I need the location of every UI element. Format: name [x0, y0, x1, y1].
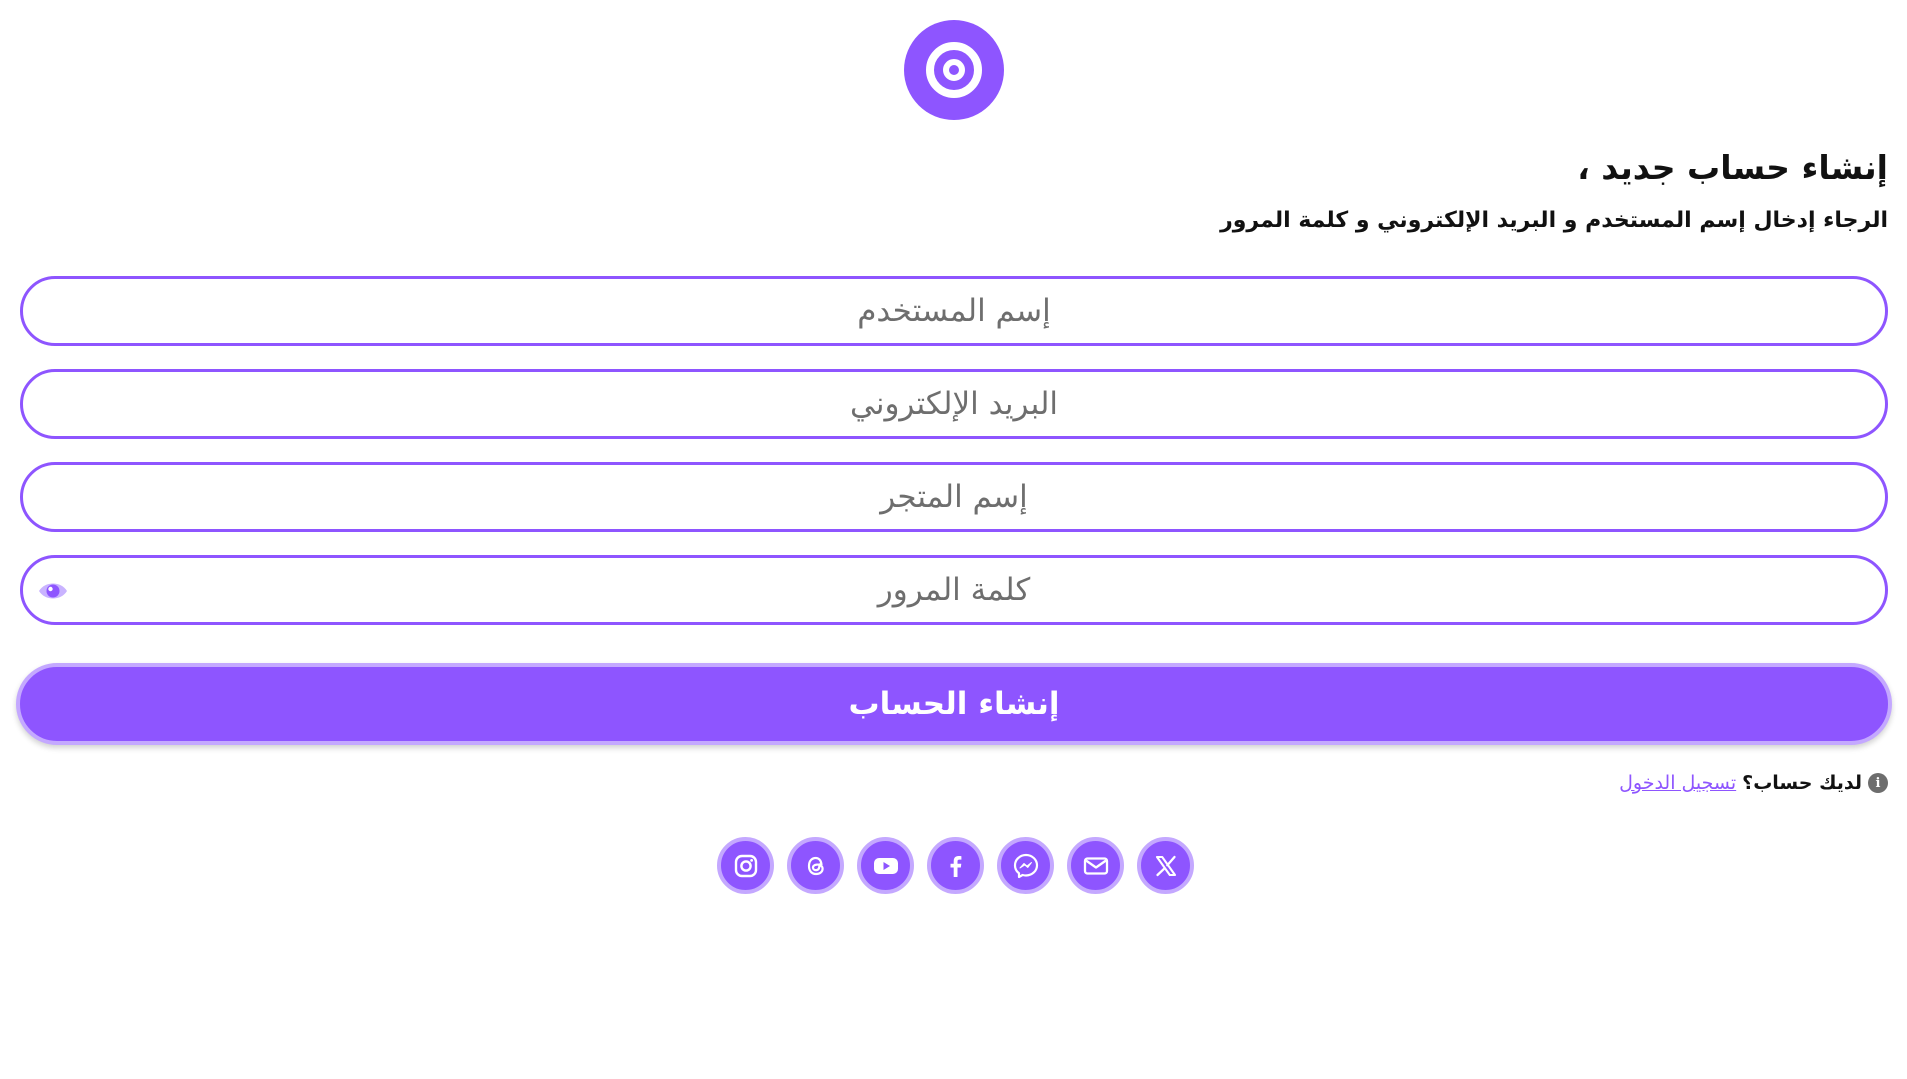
email-field-wrapper: [20, 369, 1888, 439]
username-input[interactable]: [23, 279, 1885, 343]
instagram-icon[interactable]: [717, 837, 774, 894]
threads-icon[interactable]: [787, 837, 844, 894]
login-prompt-text: لديك حساب؟: [1742, 772, 1862, 794]
social-links: [717, 837, 1194, 894]
facebook-icon[interactable]: [927, 837, 984, 894]
page-subtitle: الرجاء إدخال إسم المستخدم و البريد الإلك…: [1220, 208, 1888, 233]
mail-icon[interactable]: [1067, 837, 1124, 894]
login-prompt: i لديك حساب؟ تسجيل الدخول: [1619, 772, 1888, 794]
password-input[interactable]: [23, 558, 1885, 622]
store-name-input[interactable]: [23, 465, 1885, 529]
login-link[interactable]: تسجيل الدخول: [1619, 772, 1736, 794]
eye-icon[interactable]: [37, 579, 69, 603]
youtube-icon[interactable]: [857, 837, 914, 894]
page-title: إنشاء حساب جديد ،: [1577, 148, 1888, 187]
messenger-icon[interactable]: [997, 837, 1054, 894]
target-icon: [904, 20, 1004, 120]
password-field-wrapper: [20, 555, 1888, 625]
info-icon: i: [1868, 773, 1888, 793]
x-icon[interactable]: [1137, 837, 1194, 894]
email-input[interactable]: [23, 372, 1885, 436]
signup-page: إنشاء حساب جديد ، الرجاء إدخال إسم المست…: [0, 0, 1907, 1079]
create-account-button[interactable]: إنشاء الحساب: [16, 663, 1892, 745]
username-field-wrapper: [20, 276, 1888, 346]
store-name-field-wrapper: [20, 462, 1888, 532]
